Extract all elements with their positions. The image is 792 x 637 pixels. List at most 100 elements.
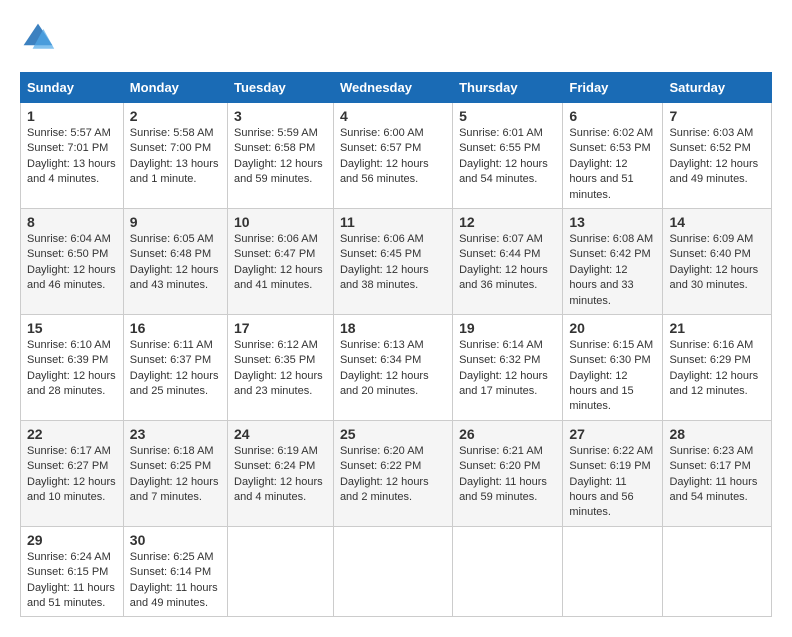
day-number: 12 <box>459 214 556 230</box>
day-cell: 19Sunrise: 6:14 AMSunset: 6:32 PMDayligh… <box>453 314 563 420</box>
day-info: Sunrise: 6:20 AMSunset: 6:22 PMDaylight:… <box>340 444 446 506</box>
day-number: 9 <box>130 214 221 230</box>
day-cell: 27 Sunrise: 6:22 AMSunset: 6:19 PMDayligh… <box>563 420 663 526</box>
day-info: Sunrise: 6:18 AMSunset: 6:25 PMDaylight:… <box>130 444 221 506</box>
day-info: Sunrise: 6:05 AMSunset: 6:48 PMDaylight:… <box>130 232 221 294</box>
day-cell: 16 Sunrise: 6:11 AMSunset: 6:37 PMDayligh… <box>123 314 227 420</box>
day-number: 25 <box>340 426 446 442</box>
day-cell <box>453 526 563 617</box>
day-number: 27 <box>569 426 656 442</box>
day-cell: 11 Sunrise: 6:06 AMSunset: 6:45 PMDayligh… <box>333 208 452 314</box>
day-info: Sunrise: 6:06 AMSunset: 6:45 PMDaylight:… <box>340 232 446 294</box>
day-cell: 26 Sunrise: 6:21 AMSunset: 6:20 PMDayligh… <box>453 420 563 526</box>
day-number: 1 <box>27 108 117 124</box>
day-info: Sunrise: 6:11 AMSunset: 6:37 PMDaylight:… <box>130 338 221 400</box>
day-number: 2 <box>130 108 221 124</box>
day-number: 29 <box>27 532 117 548</box>
day-cell <box>563 526 663 617</box>
day-cell: 22 Sunrise: 6:17 AMSunset: 6:27 PMDayligh… <box>21 420 124 526</box>
day-cell: 7 Sunrise: 6:03 AMSunset: 6:52 PMDaylight… <box>663 103 772 209</box>
day-info: Sunrise: 6:02 AMSunset: 6:53 PMDaylight:… <box>569 126 656 203</box>
day-cell: 12 Sunrise: 6:07 AMSunset: 6:44 PMDayligh… <box>453 208 563 314</box>
header-row: SundayMondayTuesdayWednesdayThursdayFrid… <box>21 73 772 103</box>
day-cell <box>228 526 334 617</box>
day-info: Sunrise: 6:22 AMSunset: 6:19 PMDaylight:… <box>569 444 656 521</box>
day-header-thursday: Thursday <box>453 73 563 103</box>
day-header-saturday: Saturday <box>663 73 772 103</box>
day-number: 3 <box>234 108 327 124</box>
day-info: Sunrise: 6:16 AMSunset: 6:29 PMDaylight:… <box>669 338 765 400</box>
day-number: 13 <box>569 214 656 230</box>
day-number: 15 <box>27 320 117 336</box>
day-number: 10 <box>234 214 327 230</box>
day-number: 8 <box>27 214 117 230</box>
day-info: Sunrise: 6:19 AMSunset: 6:24 PMDaylight:… <box>234 444 327 506</box>
day-cell: 18Sunrise: 6:13 AMSunset: 6:34 PMDayligh… <box>333 314 452 420</box>
day-cell: 14 Sunrise: 6:09 AMSunset: 6:40 PMDayligh… <box>663 208 772 314</box>
day-number: 14 <box>669 214 765 230</box>
day-cell: 6 Sunrise: 6:02 AMSunset: 6:53 PMDaylight… <box>563 103 663 209</box>
day-number: 19 <box>459 320 556 336</box>
day-info: Sunrise: 6:09 AMSunset: 6:40 PMDaylight:… <box>669 232 765 294</box>
day-cell: 21 Sunrise: 6:16 AMSunset: 6:29 PMDayligh… <box>663 314 772 420</box>
day-cell: 9 Sunrise: 6:05 AMSunset: 6:48 PMDaylight… <box>123 208 227 314</box>
day-header-monday: Monday <box>123 73 227 103</box>
day-info: Sunrise: 5:57 AMSunset: 7:01 PMDaylight:… <box>27 126 117 188</box>
day-number: 30 <box>130 532 221 548</box>
day-number: 17 <box>234 320 327 336</box>
week-row-3: 15 Sunrise: 6:10 AMSunset: 6:39 PMDayligh… <box>21 314 772 420</box>
day-info: Sunrise: 6:10 AMSunset: 6:39 PMDaylight:… <box>27 338 117 400</box>
day-info: Sunrise: 5:59 AMSunset: 6:58 PMDaylight:… <box>234 126 327 188</box>
day-cell <box>663 526 772 617</box>
week-row-2: 8Sunrise: 6:04 AMSunset: 6:50 PMDaylight… <box>21 208 772 314</box>
day-number: 26 <box>459 426 556 442</box>
day-cell: 30 Sunrise: 6:25 AMSunset: 6:14 PMDayligh… <box>123 526 227 617</box>
day-info: Sunrise: 6:12 AMSunset: 6:35 PMDaylight:… <box>234 338 327 400</box>
day-cell: 23 Sunrise: 6:18 AMSunset: 6:25 PMDayligh… <box>123 420 227 526</box>
day-cell: 29 Sunrise: 6:24 AMSunset: 6:15 PMDayligh… <box>21 526 124 617</box>
day-cell: 1 Sunrise: 5:57 AMSunset: 7:01 PMDaylight… <box>21 103 124 209</box>
day-number: 16 <box>130 320 221 336</box>
day-number: 7 <box>669 108 765 124</box>
logo <box>20 20 60 56</box>
calendar-table: SundayMondayTuesdayWednesdayThursdayFrid… <box>20 72 772 617</box>
day-header-friday: Friday <box>563 73 663 103</box>
day-number: 22 <box>27 426 117 442</box>
page-header <box>20 20 772 56</box>
day-number: 5 <box>459 108 556 124</box>
week-row-4: 22 Sunrise: 6:17 AMSunset: 6:27 PMDayligh… <box>21 420 772 526</box>
day-cell: 4Sunrise: 6:00 AMSunset: 6:57 PMDaylight… <box>333 103 452 209</box>
day-cell: 13 Sunrise: 6:08 AMSunset: 6:42 PMDayligh… <box>563 208 663 314</box>
day-info: Sunrise: 6:07 AMSunset: 6:44 PMDaylight:… <box>459 232 556 294</box>
day-header-tuesday: Tuesday <box>228 73 334 103</box>
day-cell: 2 Sunrise: 5:58 AMSunset: 7:00 PMDaylight… <box>123 103 227 209</box>
day-info: Sunrise: 6:17 AMSunset: 6:27 PMDaylight:… <box>27 444 117 506</box>
day-cell: 10Sunrise: 6:06 AMSunset: 6:47 PMDayligh… <box>228 208 334 314</box>
day-info: Sunrise: 6:21 AMSunset: 6:20 PMDaylight:… <box>459 444 556 506</box>
day-cell: 3 Sunrise: 5:59 AMSunset: 6:58 PMDaylight… <box>228 103 334 209</box>
week-row-5: 29 Sunrise: 6:24 AMSunset: 6:15 PMDayligh… <box>21 526 772 617</box>
day-header-wednesday: Wednesday <box>333 73 452 103</box>
day-number: 23 <box>130 426 221 442</box>
logo-icon <box>20 20 56 56</box>
day-info: Sunrise: 6:24 AMSunset: 6:15 PMDaylight:… <box>27 550 117 612</box>
day-number: 6 <box>569 108 656 124</box>
day-number: 21 <box>669 320 765 336</box>
day-info: Sunrise: 6:23 AMSunset: 6:17 PMDaylight:… <box>669 444 765 506</box>
day-number: 28 <box>669 426 765 442</box>
day-cell: 24Sunrise: 6:19 AMSunset: 6:24 PMDayligh… <box>228 420 334 526</box>
day-cell: 28 Sunrise: 6:23 AMSunset: 6:17 PMDayligh… <box>663 420 772 526</box>
day-cell: 20Sunrise: 6:15 AMSunset: 6:30 PMDayligh… <box>563 314 663 420</box>
day-info: Sunrise: 6:00 AMSunset: 6:57 PMDaylight:… <box>340 126 446 188</box>
day-info: Sunrise: 6:25 AMSunset: 6:14 PMDaylight:… <box>130 550 221 612</box>
day-info: Sunrise: 5:58 AMSunset: 7:00 PMDaylight:… <box>130 126 221 188</box>
day-number: 11 <box>340 214 446 230</box>
day-info: Sunrise: 6:03 AMSunset: 6:52 PMDaylight:… <box>669 126 765 188</box>
day-info: Sunrise: 6:01 AMSunset: 6:55 PMDaylight:… <box>459 126 556 188</box>
day-number: 20 <box>569 320 656 336</box>
week-row-1: 1 Sunrise: 5:57 AMSunset: 7:01 PMDaylight… <box>21 103 772 209</box>
day-info: Sunrise: 6:08 AMSunset: 6:42 PMDaylight:… <box>569 232 656 309</box>
day-info: Sunrise: 6:13 AMSunset: 6:34 PMDaylight:… <box>340 338 446 400</box>
day-cell <box>333 526 452 617</box>
day-cell: 25 Sunrise: 6:20 AMSunset: 6:22 PMDayligh… <box>333 420 452 526</box>
